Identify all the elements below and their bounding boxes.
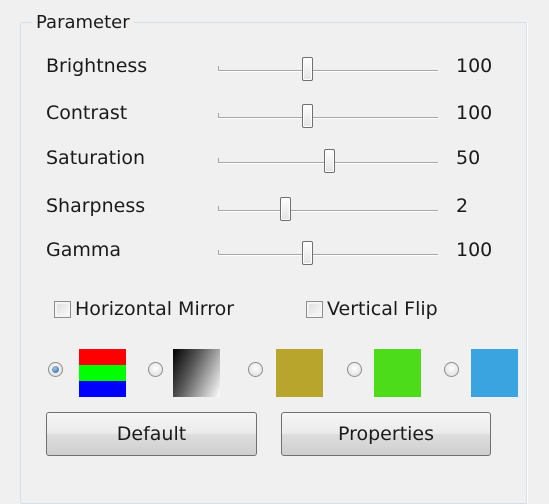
brightness-slider-track[interactable] — [218, 70, 438, 72]
slider-tick-start — [218, 206, 219, 211]
gamma-slider-track[interactable] — [218, 254, 438, 256]
swatch-blue-bar — [79, 381, 126, 397]
saturation-slider-thumb[interactable] — [324, 149, 335, 173]
color-preset-radio-3[interactable] — [248, 362, 263, 377]
vertical-flip-label[interactable]: Vertical Flip — [327, 298, 438, 320]
gradient-swatch[interactable] — [173, 349, 220, 397]
saturation-slider-row: Saturation 50 — [0, 141, 549, 181]
green-swatch[interactable] — [374, 349, 421, 397]
brightness-value: 100 — [456, 55, 493, 77]
sharpness-label: Sharpness — [46, 195, 146, 217]
swatch-red-bar — [79, 349, 126, 365]
slider-tick-start — [218, 158, 219, 163]
gold-swatch[interactable] — [276, 349, 323, 397]
sharpness-value: 2 — [456, 195, 469, 217]
horizontal-mirror-checkbox[interactable]: Horizontal Mirror — [54, 294, 234, 324]
sharpness-slider-thumb[interactable] — [280, 197, 291, 221]
group-title: Parameter — [32, 12, 134, 34]
slider-tick-start — [218, 250, 219, 255]
color-preset-radio-2[interactable] — [148, 362, 163, 377]
slider-tick-start — [218, 113, 219, 118]
brightness-slider-thumb[interactable] — [302, 57, 313, 81]
brightness-label: Brightness — [46, 55, 148, 77]
radio-selected-dot — [52, 366, 59, 373]
saturation-value: 50 — [456, 147, 481, 169]
blue-swatch[interactable] — [471, 349, 518, 397]
gamma-label: Gamma — [46, 239, 122, 261]
horizontal-mirror-box[interactable] — [54, 300, 71, 318]
default-button[interactable]: Default — [46, 412, 257, 456]
contrast-value: 100 — [456, 102, 493, 124]
brightness-slider-row: Brightness 100 — [0, 49, 549, 89]
gamma-value: 100 — [456, 239, 493, 261]
gamma-slider-thumb[interactable] — [302, 241, 313, 265]
contrast-slider-track[interactable] — [218, 117, 438, 119]
color-preset-radio-4[interactable] — [347, 362, 362, 377]
contrast-slider-row: Contrast 100 — [0, 96, 549, 136]
slider-tick-start — [218, 66, 219, 71]
contrast-slider-thumb[interactable] — [302, 104, 313, 128]
contrast-label: Contrast — [46, 102, 128, 124]
color-preset-radio-5[interactable] — [444, 362, 459, 377]
rgb-bars-swatch[interactable] — [79, 349, 126, 397]
properties-button[interactable]: Properties — [281, 412, 491, 456]
color-preset-radio-1[interactable] — [48, 362, 63, 377]
vertical-flip-box[interactable] — [306, 300, 323, 318]
sharpness-slider-track[interactable] — [218, 210, 438, 212]
vertical-flip-checkbox[interactable]: Vertical Flip — [306, 294, 438, 324]
saturation-label: Saturation — [46, 147, 146, 169]
gamma-slider-row: Gamma 100 — [0, 233, 549, 273]
sharpness-slider-row: Sharpness 2 — [0, 189, 549, 229]
horizontal-mirror-label[interactable]: Horizontal Mirror — [75, 298, 234, 320]
swatch-green-bar — [79, 365, 126, 381]
